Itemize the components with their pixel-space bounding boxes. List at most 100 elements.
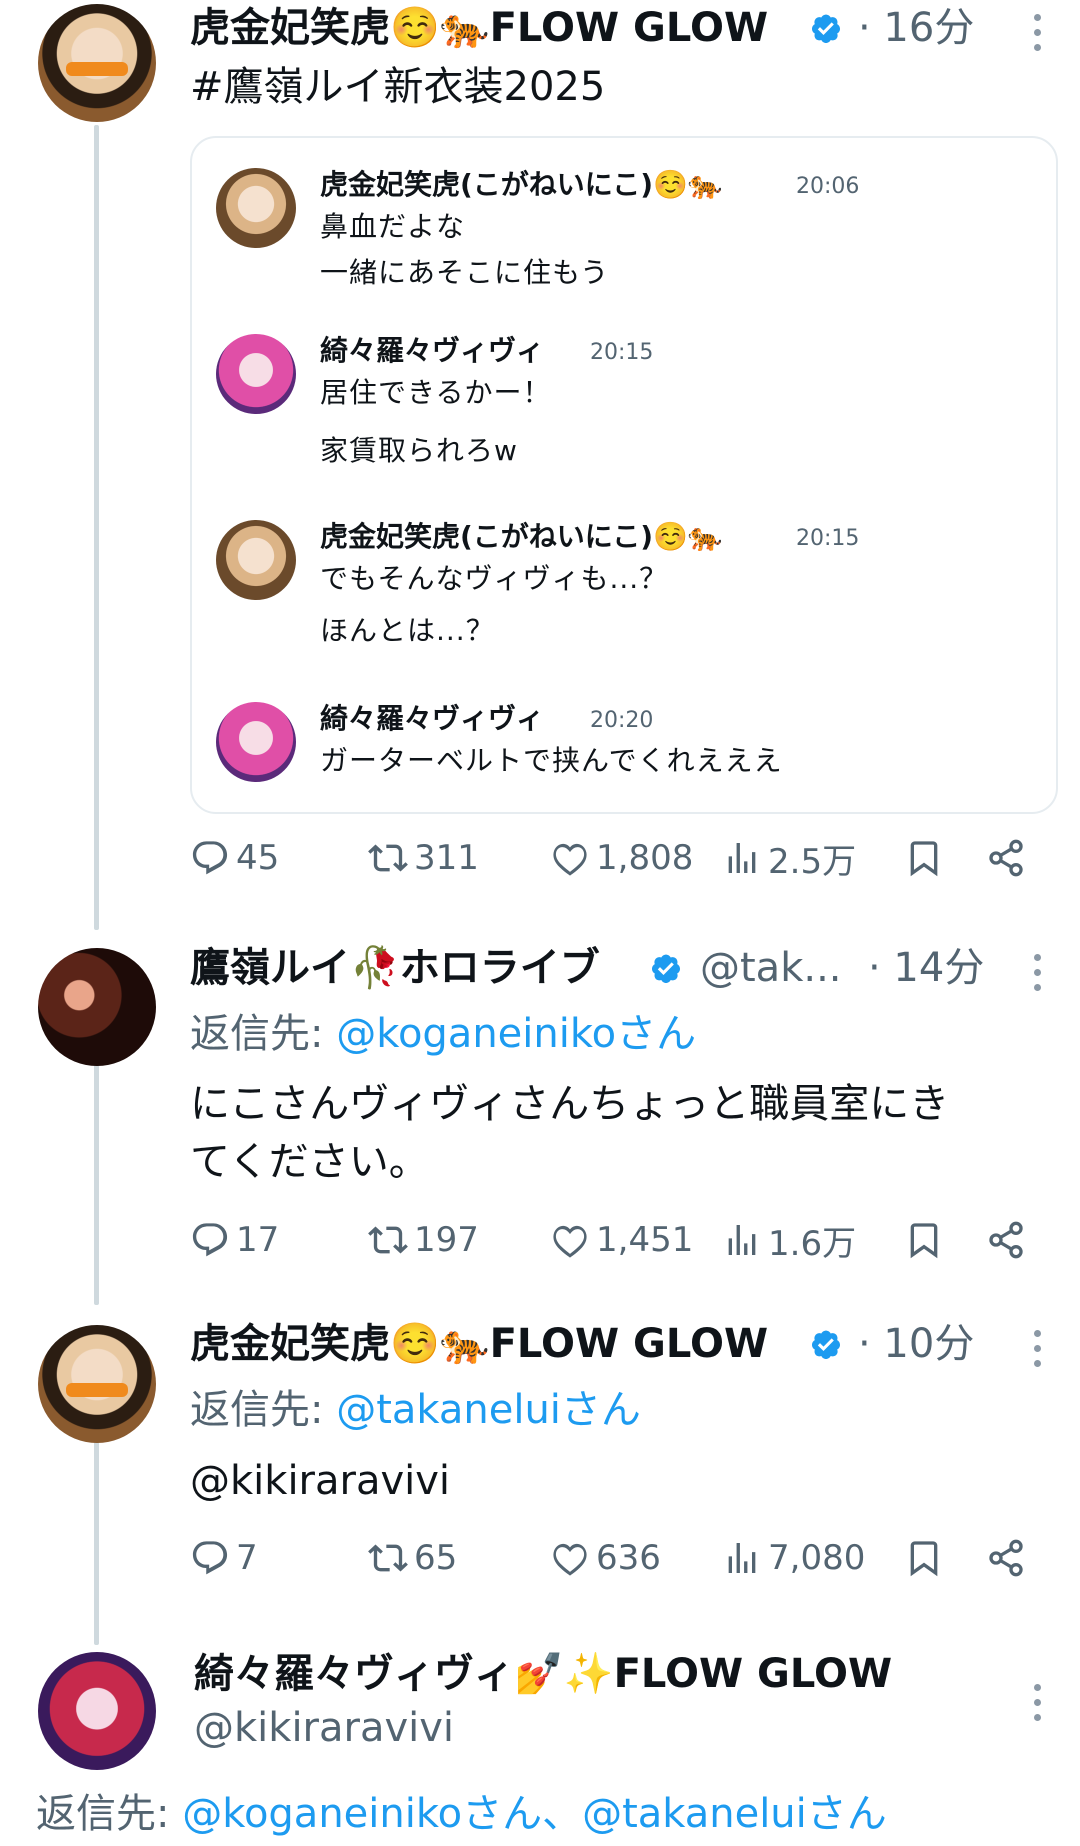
reply-count: 7 [236,1538,258,1578]
bookmark-button[interactable] [904,1212,950,1268]
reply-to-line: 返信先: @koganeinikoさん [190,1010,696,1058]
reply-to-line: 返信先: @takaneluiさん [190,1386,641,1434]
author-name[interactable]: 鷹嶺ルイ🥀ホロライブ [190,944,600,992]
like-button[interactable]: 1,451 [550,1212,693,1268]
avatar [216,168,296,248]
like-icon [550,1220,590,1260]
thread-connector [94,125,99,930]
like-button[interactable]: 636 [550,1530,661,1586]
chat-time: 20:06 [796,174,860,199]
chat-message: 一緒にあそこに住もう [320,256,610,289]
reply-icon [190,1220,230,1260]
bookmark-button[interactable] [904,830,950,886]
timestamp[interactable]: · 16分 [858,4,974,52]
share-button[interactable] [986,1212,1032,1268]
like-count: 1,451 [596,1220,694,1260]
tweet-actions: 45 311 1,808 2.5万 [190,830,1050,886]
chat-message: でもそんなヴィヴィも...？ [320,562,669,595]
chat-message: 居住できるかー！ [320,376,552,409]
avatar[interactable] [38,1652,156,1770]
retweet-button[interactable]: 311 [368,830,479,886]
more-options-icon[interactable] [1031,14,1043,58]
quoted-chat-image[interactable]: 虎金妃笑虎(こがねいにこ)☺️🐅 20:06 鼻血だよな 一緒にあそこに住もう … [190,136,1058,814]
author-handle[interactable]: @kikiraravivi [194,1704,454,1752]
share-button[interactable] [986,830,1032,886]
bookmark-icon [904,838,944,878]
retweet-button[interactable]: 197 [368,1212,479,1268]
reply-to-link[interactable]: @koganeinikoさん、@takaneluiさん [182,1791,887,1837]
timestamp[interactable]: · 10分 [858,1320,974,1368]
reply-to-link[interactable]: @takaneluiさん [336,1387,641,1433]
avatar[interactable] [38,4,156,122]
chat-message: ガーターベルトで挟んでくれえええ [320,744,783,777]
tweet-actions: 17 197 1,451 1.6万 [190,1212,1050,1268]
reply-button[interactable]: 45 [190,830,279,886]
author-name[interactable]: 綺々羅々ヴィヴィ💅✨FLOW GLOW [194,1650,892,1698]
reply-button[interactable]: 17 [190,1212,279,1268]
tweet-text-line: にこさんヴィヴィさんちょっと職員室にき [190,1081,950,1127]
views-count: 7,080 [768,1538,866,1578]
more-options-icon[interactable] [1031,1330,1043,1374]
views-icon [722,838,762,878]
views-button[interactable]: 1.6万 [722,1212,856,1268]
tweet-actions: 7 65 636 7,080 [190,1530,1050,1586]
reply-to-label: 返信先: [36,1791,170,1837]
verified-badge-icon [806,1324,846,1364]
author-name[interactable]: 虎金妃笑虎☺️🐅FLOW GLOW [190,4,768,52]
tweet-text: にこさんヴィヴィさんちょっと職員室にき てください。 [190,1075,1050,1191]
share-icon [986,838,1026,878]
thread-connector [94,1060,99,1305]
share-icon [986,1220,1026,1260]
chat-message: 家賃取られろw [320,434,518,467]
hashtag-link[interactable]: #鷹嶺ルイ新衣装2025 [190,58,605,116]
reply-to-line: 返信先: @koganeinikoさん、@takaneluiさん [36,1790,887,1838]
tweet-text-line: てください。 [190,1139,429,1185]
reply-button[interactable]: 7 [190,1530,258,1586]
retweet-count: 311 [414,838,479,878]
author-handle[interactable]: @tak... [700,944,842,992]
mention-link[interactable]: @kikiraravivi [190,1452,450,1510]
thread-connector [94,1440,99,1645]
views-count: 2.5万 [768,841,857,882]
retweet-count: 197 [414,1220,479,1260]
share-button[interactable] [986,1530,1032,1586]
reply-count: 45 [236,838,280,878]
share-icon [986,1538,1026,1578]
reply-icon [190,838,230,878]
more-options-icon[interactable] [1031,1684,1043,1728]
chat-sender-name: 綺々羅々ヴィヴィ [320,702,545,735]
like-button[interactable]: 1,808 [550,830,693,886]
bookmark-button[interactable] [904,1530,950,1586]
chat-sender-name: 綺々羅々ヴィヴィ [320,334,545,367]
retweet-icon [368,838,408,878]
like-icon [550,1538,590,1578]
chat-message: ほんとは...？ [320,614,495,647]
avatar [216,334,296,414]
views-button[interactable]: 2.5万 [722,830,856,886]
views-icon [722,1220,762,1260]
views-button[interactable]: 7,080 [722,1530,865,1586]
reply-count: 17 [236,1220,280,1260]
chat-sender-name: 虎金妃笑虎(こがねいにこ)☺️🐅 [320,168,723,201]
chat-message: 鼻血だよな [320,210,466,243]
chat-sender-name: 虎金妃笑虎(こがねいにこ)☺️🐅 [320,520,723,553]
reply-to-link[interactable]: @koganeinikoさん [336,1011,696,1057]
views-icon [722,1538,762,1578]
bookmark-icon [904,1220,944,1260]
avatar [216,520,296,600]
bookmark-icon [904,1538,944,1578]
verified-badge-icon [806,8,846,48]
like-count: 1,808 [596,838,694,878]
more-options-icon[interactable] [1031,954,1043,998]
timestamp[interactable]: · 14分 [868,944,984,992]
chat-time: 20:20 [590,708,654,733]
retweet-button[interactable]: 65 [368,1530,457,1586]
avatar[interactable] [38,1325,156,1443]
views-count: 1.6万 [768,1223,857,1264]
retweet-count: 65 [414,1538,458,1578]
avatar [216,702,296,782]
author-name[interactable]: 虎金妃笑虎☺️🐅FLOW GLOW [190,1320,768,1368]
reply-to-label: 返信先: [190,1387,324,1433]
like-count: 636 [596,1538,661,1578]
avatar[interactable] [38,948,156,1066]
